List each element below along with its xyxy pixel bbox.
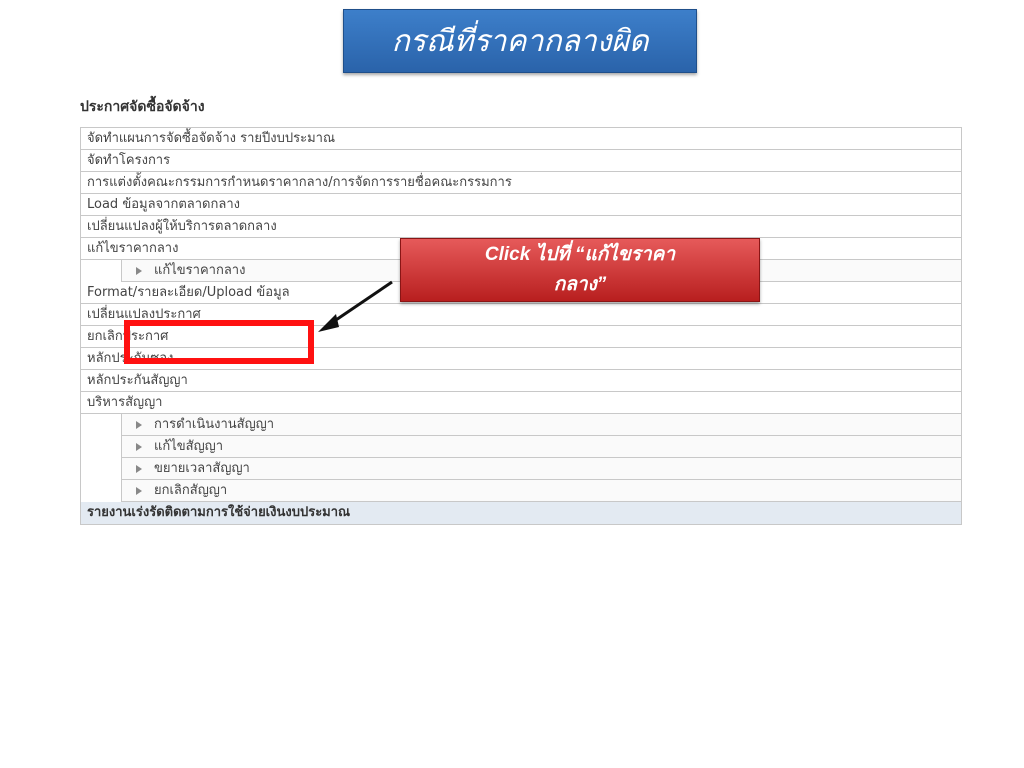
instruction-callout: Click ไปที่ “แก้ไขราคา กลาง” — [400, 238, 760, 302]
pointer-arrow — [318, 280, 393, 332]
callout-line-2: กลาง” — [553, 274, 607, 295]
callout-line-1: Click ไปที่ “แก้ไขราคา — [484, 244, 676, 265]
